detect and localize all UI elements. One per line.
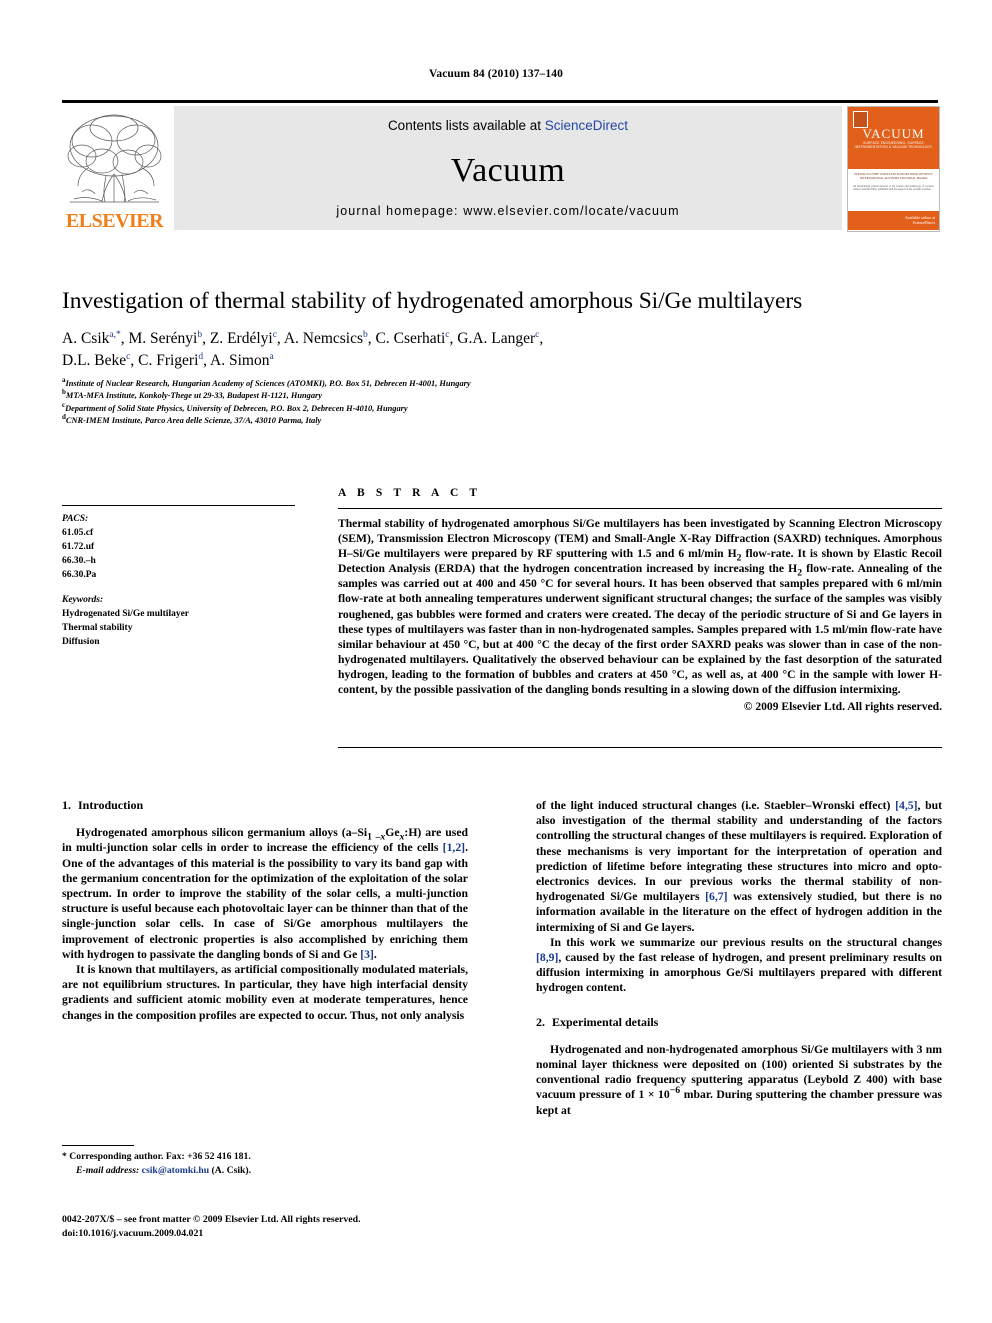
affiliation-text: CNR-IMEM Institute, Parco Area delle Sci…: [65, 416, 322, 426]
pacs-item: 61.72.uf: [62, 542, 95, 552]
affiliation-text: Institute of Nuclear Research, Hungarian…: [65, 379, 471, 388]
masthead-top-rule: [62, 100, 938, 103]
running-head: Vacuum 84 (2010) 137–140: [429, 68, 563, 80]
email-link[interactable]: csik@atomki.hu: [142, 1165, 209, 1176]
cover-body: EDITOR-IN-CHIEF ASSOCIATE EDITORS BOOK R…: [848, 169, 939, 211]
journal-title: Vacuum: [450, 152, 566, 189]
cover-sciencedirect-label: Available online at ScienceDirect: [904, 215, 935, 225]
article-metadata: PACS: 61.05.cf 61.72.uf 66.30.–h 66.30.P…: [62, 512, 307, 649]
author-list: A. Csika,*, M. Serényib, Z. Erdélyic, A.…: [62, 328, 762, 372]
abstract-copyright: © 2009 Elsevier Ltd. All rights reserved…: [743, 700, 942, 714]
email-person: (A. Csik).: [211, 1164, 252, 1176]
paragraph-intro-2: It is known that multilayers, as artific…: [62, 963, 468, 1022]
doi-line[interactable]: doi:10.1016/j.vacuum.2009.04.021: [62, 1227, 622, 1241]
meta-rule: [62, 505, 295, 506]
cover-editors: EDITOR-IN-CHIEF ASSOCIATE EDITORS BOOK R…: [854, 172, 933, 180]
affiliation-text: MTA-MFA Institute, Konkoly-Thege ut 29-3…: [65, 391, 323, 401]
section-number: 2.: [536, 1014, 545, 1029]
contents-prefix: Contents lists available at: [387, 118, 545, 133]
sciencedirect-link[interactable]: ScienceDirect: [545, 118, 628, 133]
affiliation-item: cDepartment of Solid State Physics, Univ…: [62, 402, 882, 415]
contents-panel: Contents lists available at ScienceDirec…: [174, 106, 842, 230]
page-footer: 0042-207X/$ – see front matter © 2009 El…: [62, 1213, 622, 1240]
body-column-left: 1. Introduction Hydrogenated amorphous si…: [62, 798, 468, 1023]
journal-cover-thumbnail: VACUUM SURFACE ENGINEERING, SURFACE INST…: [847, 106, 940, 232]
elsevier-tree-icon: [67, 114, 162, 203]
cover-header: VACUUM SURFACE ENGINEERING, SURFACE INST…: [848, 107, 939, 169]
issn-copyright-line: 0042-207X/$ – see front matter © 2009 El…: [62, 1214, 361, 1225]
cover-subtitle: SURFACE ENGINEERING, SURFACE INSTRUMENTA…: [854, 141, 933, 150]
corresponding-author-note: * Corresponding author. Fax: +36 52 416 …: [62, 1151, 251, 1162]
section-heading-experimental: 2. Experimental details: [536, 1015, 942, 1030]
affiliation-item: aInstitute of Nuclear Research, Hungaria…: [62, 377, 882, 390]
paragraph-intro-1: Hydrogenated amorphous silicon germanium…: [62, 826, 469, 961]
keyword-item: Diffusion: [62, 637, 100, 647]
section-heading-introduction: 1. Introduction: [62, 798, 468, 813]
author-line-2: D.L. Bekec, C. Frigerid, A. Simona: [62, 351, 274, 369]
email-note: E-mail address: csik@atomki.hu (A. Csik)…: [62, 1164, 472, 1178]
article-title: Investigation of thermal stability of hy…: [62, 288, 803, 314]
pacs-item: 66.30.–h: [62, 556, 96, 566]
journal-homepage-link[interactable]: journal homepage: www.elsevier.com/locat…: [174, 204, 842, 218]
journal-masthead: ELSEVIER Contents lists available at Sci…: [62, 100, 940, 232]
contents-lists-line: Contents lists available at ScienceDirec…: [174, 118, 842, 133]
abstract-body: Thermal stability of hydrogenated amorph…: [338, 516, 942, 714]
paragraph-experimental-1: Hydrogenated and non-hydrogenated amorph…: [536, 1042, 942, 1117]
paragraph-intro-4: In this work we summarize our previous r…: [536, 935, 942, 995]
cover-abstract: An international journal devoted to the …: [853, 185, 934, 192]
cover-title: VACUUM: [862, 126, 925, 141]
section-title: Introduction: [78, 798, 144, 812]
pacs-label: PACS:: [62, 514, 89, 524]
section-number: 1.: [62, 798, 71, 812]
meta-spacer: [62, 582, 307, 593]
abstract-bottom-rule: [338, 747, 942, 748]
abstract-heading: A B S T R A C T: [338, 487, 482, 499]
affiliation-list: aInstitute of Nuclear Research, Hungaria…: [62, 377, 882, 428]
author-line-1: A. Csika,*, M. Serényib, Z. Erdélyic, A.…: [62, 329, 544, 347]
abstract-top-rule: [338, 508, 942, 509]
paragraph-intro-3: of the light induced structural changes …: [536, 799, 942, 934]
pacs-item: 66.30.Pa: [62, 570, 97, 580]
section-title: Experimental details: [552, 1014, 659, 1029]
footnote-rule: [62, 1145, 134, 1146]
affiliation-text: Department of Solid State Physics, Unive…: [65, 403, 408, 413]
keyword-item: Hydrogenated Si/Ge multilayer: [62, 609, 190, 619]
email-label: E-mail address:: [76, 1164, 140, 1176]
cover-footer: Available online at ScienceDirect: [848, 211, 939, 230]
abstract-text: Thermal stability of hydrogenated amorph…: [338, 517, 942, 697]
pacs-item: 61.05.cf: [62, 528, 94, 538]
keywords-label: Keywords:: [62, 595, 104, 605]
elsevier-logo: ELSEVIER: [62, 106, 167, 232]
keyword-item: Thermal stability: [62, 623, 133, 633]
affiliation-item: dCNR-IMEM Institute, Parco Area delle Sc…: [62, 414, 882, 427]
affiliation-item: bMTA-MFA Institute, Konkoly-Thege ut 29-…: [62, 389, 882, 402]
elsevier-wordmark: ELSEVIER: [65, 210, 164, 232]
body-column-right: of the light induced structural changes …: [536, 798, 942, 1118]
article-page: Vacuum 84 (2010) 137–140 ELSEVIER Conten…: [0, 0, 992, 1323]
footnote-block: * Corresponding author. Fax: +36 52 416 …: [62, 1150, 472, 1177]
